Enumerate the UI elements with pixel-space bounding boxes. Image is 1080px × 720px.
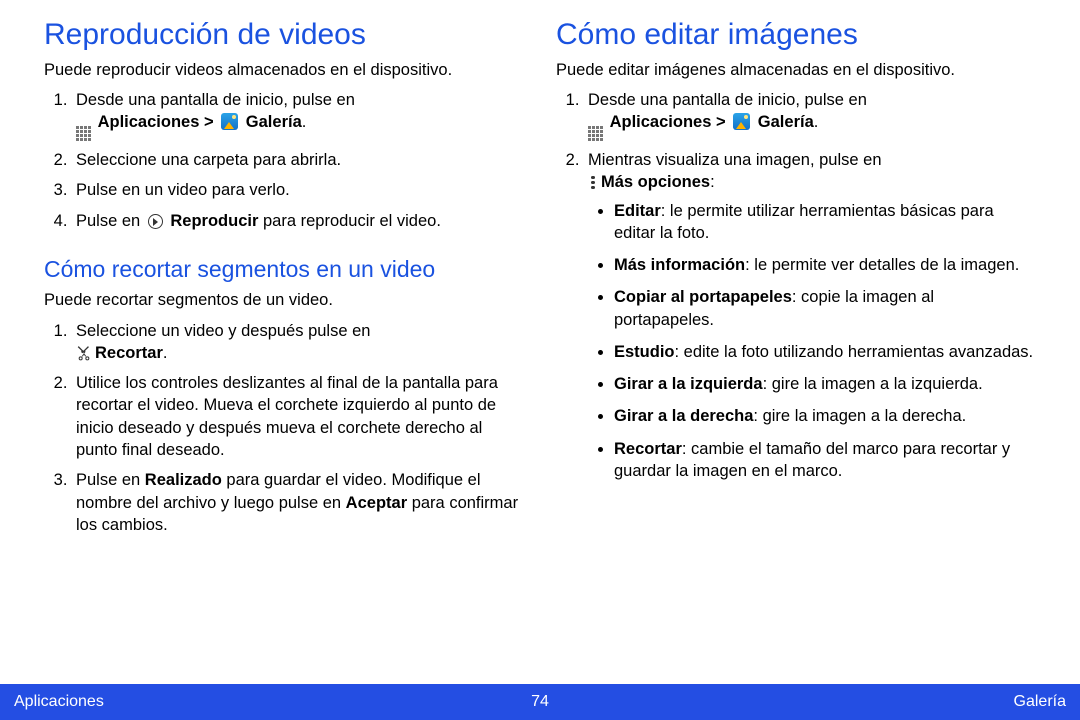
more-options-label: Más opciones	[601, 173, 710, 191]
steps-trim: Seleccione un video y después pulse en R…	[44, 320, 524, 536]
play-label: Reproducir	[170, 212, 258, 230]
trim-step-1: Seleccione un video y después pulse en R…	[72, 320, 524, 365]
play-icon	[148, 214, 163, 229]
text: Desde una pantalla de inicio, pulse en	[588, 91, 867, 109]
intro-edit-images: Puede editar imágenes almacenadas en el …	[556, 59, 1036, 81]
option-rotate-right: Girar a la derecha: gire la imagen a la …	[614, 405, 1036, 427]
right-column: Cómo editar imágenes Puede editar imágen…	[556, 18, 1036, 684]
text: para reproducir el video.	[258, 212, 441, 230]
opt-label: Editar	[614, 202, 661, 220]
opt-text: : le permite utilizar herramientas básic…	[614, 202, 994, 242]
page-number: 74	[531, 693, 549, 711]
footer-left[interactable]: Aplicaciones	[14, 693, 104, 711]
page-content: Reproducción de videos Puede reproducir …	[0, 0, 1080, 684]
colon: :	[710, 173, 715, 191]
edit-step-2: Mientras visualiza una imagen, pulse en …	[584, 149, 1036, 482]
text: Desde una pantalla de inicio, pulse en	[76, 91, 355, 109]
trim-step-2: Utilice los controles deslizantes al fin…	[72, 372, 524, 461]
heading-video-play: Reproducción de videos	[44, 18, 524, 53]
gallery-label: Galería	[246, 113, 302, 131]
scissors-icon	[76, 345, 92, 361]
accept-label: Aceptar	[346, 494, 407, 512]
text: Seleccione un video y después pulse en	[76, 322, 370, 340]
more-options-list: Editar: le permite utilizar herramientas…	[588, 200, 1036, 483]
option-more-info: Más información: le permite ver detalles…	[614, 254, 1036, 276]
opt-text: : le permite ver detalles de la imagen.	[745, 256, 1019, 274]
option-rotate-left: Girar a la izquierda: gire la imagen a l…	[614, 373, 1036, 395]
step-4: Pulse en Reproducir para reproducir el v…	[72, 210, 524, 232]
left-column: Reproducción de videos Puede reproducir …	[44, 18, 524, 684]
edit-step-1: Desde una pantalla de inicio, pulse en A…	[584, 89, 1036, 141]
apps-label: Aplicaciones	[98, 113, 200, 131]
intro-trim: Puede recortar segmentos de un video.	[44, 289, 524, 311]
text: Pulse en	[76, 212, 145, 230]
footer-bar: Aplicaciones 74 Galería	[0, 684, 1080, 720]
opt-label: Copiar al portapapeles	[614, 288, 792, 306]
step-3: Pulse en un video para verlo.	[72, 179, 524, 201]
intro-video-play: Puede reproducir videos almacenados en e…	[44, 59, 524, 81]
separator: >	[199, 113, 218, 131]
option-crop: Recortar: cambie el tamaño del marco par…	[614, 438, 1036, 483]
trim-step-3: Pulse en Realizado para guardar el video…	[72, 469, 524, 536]
apps-label: Aplicaciones	[610, 113, 712, 131]
step-2: Seleccione una carpeta para abrirla.	[72, 149, 524, 171]
gallery-label: Galería	[758, 113, 814, 131]
more-options-icon	[588, 174, 598, 190]
heading-edit-images: Cómo editar imágenes	[556, 18, 1036, 53]
text: Mientras visualiza una imagen, pulse en	[588, 151, 882, 169]
opt-label: Recortar	[614, 440, 682, 458]
opt-label: Más información	[614, 256, 745, 274]
steps-edit-images: Desde una pantalla de inicio, pulse en A…	[556, 89, 1036, 482]
opt-text: : gire la imagen a la izquierda.	[763, 375, 983, 393]
heading-trim: Cómo recortar segmentos en un video	[44, 256, 524, 284]
steps-video-play: Desde una pantalla de inicio, pulse en A…	[44, 89, 524, 232]
opt-label: Estudio	[614, 343, 675, 361]
footer-right[interactable]: Galería	[1014, 693, 1066, 711]
step-1: Desde una pantalla de inicio, pulse en A…	[72, 89, 524, 141]
done-label: Realizado	[145, 471, 222, 489]
apps-grid-icon	[76, 126, 91, 141]
separator: >	[711, 113, 730, 131]
option-edit: Editar: le permite utilizar herramientas…	[614, 200, 1036, 245]
gallery-icon	[221, 113, 238, 130]
apps-grid-icon	[588, 126, 603, 141]
opt-label: Girar a la izquierda	[614, 375, 763, 393]
gallery-icon	[733, 113, 750, 130]
opt-text: : edite la foto utilizando herramientas …	[675, 343, 1034, 361]
opt-label: Girar a la derecha	[614, 407, 753, 425]
trim-label: Recortar	[95, 344, 163, 362]
option-copy-clipboard: Copiar al portapapeles: copie la imagen …	[614, 286, 1036, 331]
opt-text: : gire la imagen a la derecha.	[753, 407, 966, 425]
option-studio: Estudio: edite la foto utilizando herram…	[614, 341, 1036, 363]
text: Pulse en	[76, 471, 145, 489]
